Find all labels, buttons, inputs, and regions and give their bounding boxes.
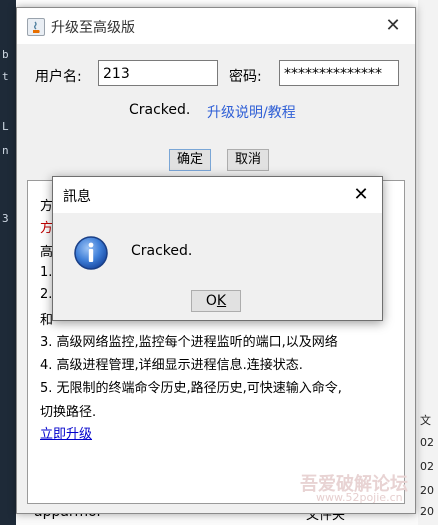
dialog-title-bar: 訊息 ✕ <box>53 177 382 213</box>
title-bar: 升级至高级版 ✕ <box>17 8 415 44</box>
password-input[interactable]: ************** <box>279 60 399 86</box>
bg-column-char: 02 <box>420 436 434 449</box>
ok-button[interactable]: OK <box>191 290 241 312</box>
window-title: 升级至高级版 <box>51 20 135 36</box>
content-line: 3. 高级网络监控,监控每个进程监听的端口,以及网络 <box>40 335 338 350</box>
username-label: 用户名: <box>35 69 82 85</box>
content-line: 切换路径. <box>40 405 97 420</box>
bg-column-char: 20 <box>420 484 434 497</box>
bg-char: L <box>2 120 9 133</box>
status-text: Cracked. <box>129 102 191 118</box>
dialog-message: Cracked. <box>131 243 193 259</box>
cancel-button[interactable]: 取消 <box>227 149 269 171</box>
bg-char: t <box>2 70 9 83</box>
dialog-title: 訊息 <box>63 189 91 205</box>
background-file-list: 文 02 02 20 20 <box>418 0 438 525</box>
info-icon <box>73 235 109 271</box>
confirm-button[interactable]: 确定 <box>169 149 211 171</box>
bg-char: b <box>2 48 9 61</box>
content-line: 4. 高级进程管理,详细显示进程信息.连接状态. <box>40 358 303 373</box>
content-line: 1. <box>40 265 53 280</box>
bg-column-char: 02 <box>420 460 434 473</box>
upgrade-now-link[interactable]: 立即升级 <box>40 423 92 442</box>
message-dialog: 訊息 ✕ Cracked. OK <box>52 176 383 321</box>
java-icon <box>27 18 45 36</box>
content-line: 2. <box>40 287 53 302</box>
watermark-url: www.52pojie.cn <box>316 491 403 504</box>
background-terminal: b t L n 3 <box>0 0 16 525</box>
ok-button-label: O <box>205 293 217 309</box>
guide-link[interactable]: 升级说明/教程 <box>207 102 296 122</box>
username-input[interactable]: 213 <box>98 60 218 86</box>
password-label: 密码: <box>229 69 262 85</box>
bg-char: n <box>2 144 9 157</box>
ok-button-mnemonic: K <box>216 293 227 309</box>
bg-column-char: 20 <box>420 505 434 518</box>
content-line: 5. 无限制的终端命令历史,路径历史,可快速输入命令, <box>40 381 342 396</box>
close-icon[interactable]: ✕ <box>347 181 375 209</box>
bg-column-char: 文 <box>420 414 431 427</box>
bg-char: 3 <box>2 212 9 225</box>
close-icon[interactable]: ✕ <box>379 12 407 40</box>
